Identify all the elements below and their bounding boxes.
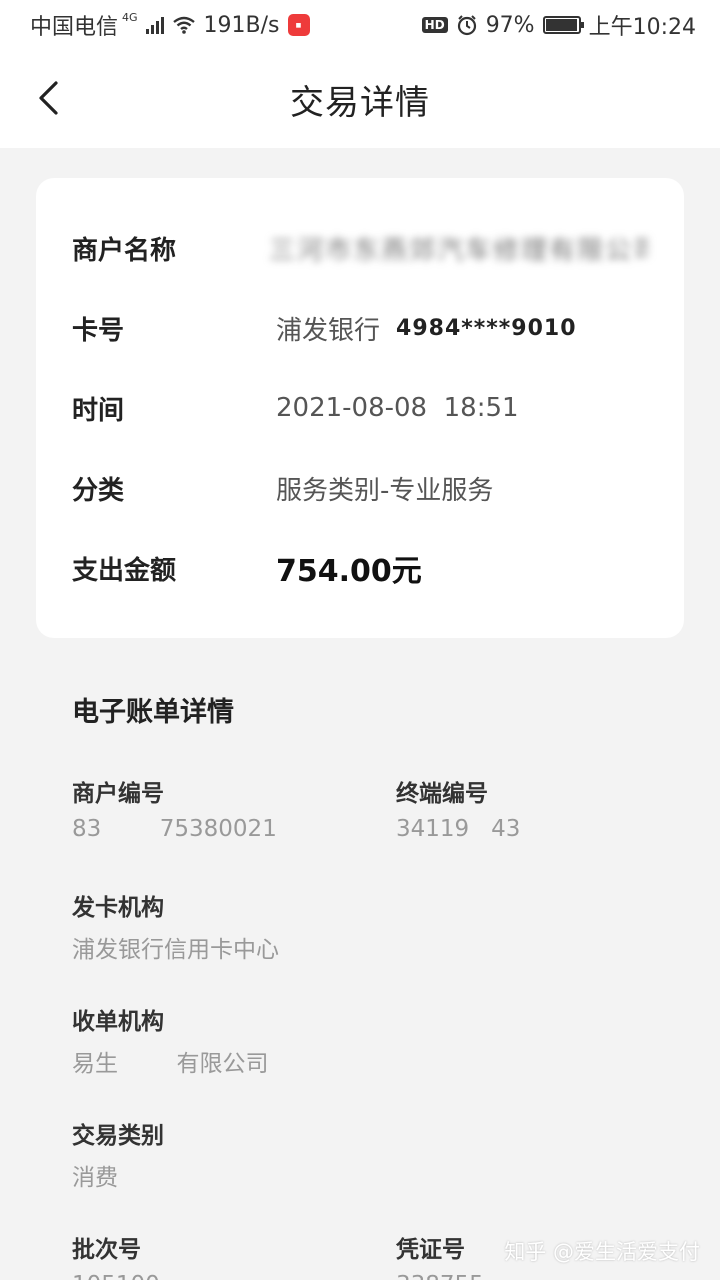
acquirer-value: 易生 有限公司 — [72, 1051, 269, 1077]
hd-badge: HD — [421, 17, 448, 33]
merchant-no-value: 83 75380021 — [72, 816, 277, 842]
battery-icon — [542, 16, 584, 34]
voucher-no-value: 338755 — [396, 1272, 484, 1280]
network-type: 4G — [122, 10, 138, 24]
signal-icon — [145, 16, 164, 34]
card-number: 4984****9010 — [396, 315, 577, 341]
nav-bar: 交易详情 — [0, 50, 720, 148]
merchant-no-label: 商户编号 — [72, 781, 164, 807]
txn-type-label: 交易类别 — [72, 1123, 164, 1149]
bill-section-title: 电子账单详情 — [72, 697, 234, 728]
voucher-no-field: 凭证号 338755 — [396, 1230, 484, 1280]
amount-value: 754.00元 — [276, 554, 422, 589]
card-row: 卡号 浦发银行 4984****9010 — [72, 288, 648, 368]
status-bar: 中国电信 4G 191B/s ■ HD 97% 上午10:24 — [0, 0, 720, 50]
issuer-field: 发卡机构 浦发银行信用卡中心 — [72, 888, 279, 963]
wifi-icon — [172, 16, 195, 34]
category-row: 分类 服务类别-专业服务 — [72, 448, 648, 528]
acquirer-label: 收单机构 — [72, 1009, 164, 1035]
acquirer-field: 收单机构 易生 有限公司 — [72, 1002, 269, 1077]
clock: 上午10:24 — [588, 15, 696, 40]
bank-name: 浦发银行 — [276, 315, 381, 346]
batch-no-value: 105100 — [72, 1272, 160, 1280]
page-title: 交易详情 — [290, 82, 430, 123]
time-value: 2021-08-08 18:51 — [276, 393, 519, 423]
terminal-no-field: 终端编号 34119 43 — [396, 774, 520, 848]
terminal-no-value: 34119 43 — [396, 816, 521, 842]
category-label: 分类 — [72, 475, 125, 506]
category-value: 服务类别-专业服务 — [276, 475, 494, 506]
carrier-name: 中国电信 — [30, 15, 119, 40]
merchant-value: 三河市东燕郊汽车修理有限公司 — [269, 235, 648, 266]
txn-type-field: 交易类别 消费 — [72, 1116, 164, 1191]
battery-level — [545, 19, 577, 31]
back-button[interactable] — [26, 76, 70, 120]
issuer-label: 发卡机构 — [72, 895, 164, 921]
merchant-label: 商户名称 — [72, 235, 177, 266]
time-row: 时间 2021-08-08 18:51 — [72, 368, 648, 448]
merchant-row: 商户名称 三河市东燕郊汽车修理有限公司 — [72, 208, 648, 288]
terminal-no-label: 终端编号 — [396, 781, 488, 807]
batch-no-field: 批次号 105100 — [72, 1230, 160, 1280]
status-bar-left: 中国电信 4G 191B/s ■ — [30, 9, 310, 41]
merchant-no-field: 商户编号 83 75380021 — [72, 774, 277, 848]
network-speed: 191B/s — [203, 12, 280, 38]
card-label: 卡号 — [72, 315, 125, 346]
txn-type-value: 消费 — [72, 1165, 118, 1191]
alarm-icon — [457, 15, 476, 36]
huawei-app-icon: ■ — [287, 14, 310, 36]
voucher-no-label: 凭证号 — [396, 1237, 465, 1263]
battery-percent: 97% — [485, 12, 535, 38]
batch-no-label: 批次号 — [72, 1237, 141, 1263]
status-bar-right: HD 97% 上午10:24 — [421, 9, 696, 41]
transaction-card: 商户名称 三河市东燕郊汽车修理有限公司 卡号 浦发银行 4984****9010… — [36, 178, 684, 638]
amount-label: 支出金额 — [72, 555, 177, 586]
watermark: 知乎 @爱生活爱支付 — [504, 1240, 700, 1264]
chevron-left-icon — [39, 81, 58, 115]
time-label: 时间 — [72, 395, 125, 426]
amount-row: 支出金额 754.00元 — [72, 528, 648, 608]
issuer-value: 浦发银行信用卡中心 — [72, 937, 279, 963]
